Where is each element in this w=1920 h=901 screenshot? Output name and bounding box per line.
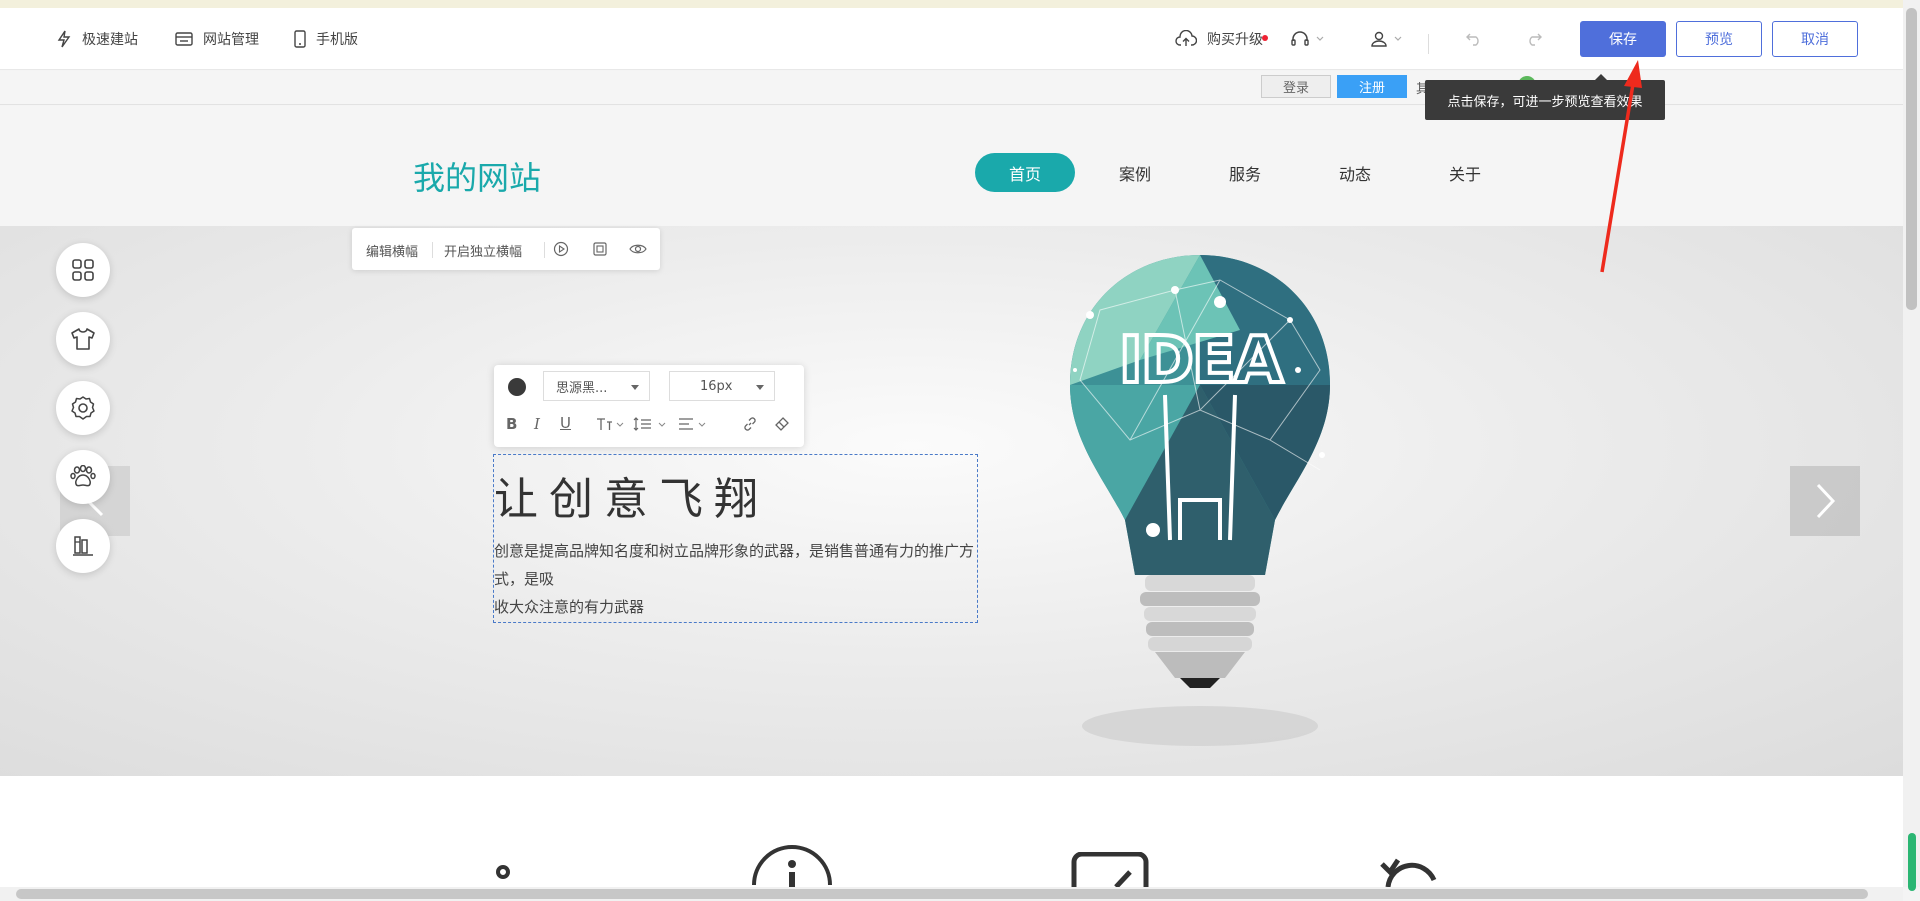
editable-text-box[interactable]: 让创意飞翔 创意是提高品牌知名度和树立品牌形象的武器，是销售普通有力的推广方式，… bbox=[493, 454, 978, 623]
edit-bar-divider bbox=[544, 242, 545, 258]
underline-icon[interactable]: U bbox=[560, 414, 571, 432]
banner-next-button[interactable] bbox=[1790, 466, 1860, 536]
edit-banner-button[interactable]: 编辑横幅 bbox=[366, 241, 418, 260]
link-icon[interactable] bbox=[742, 416, 758, 432]
site-manage-icon bbox=[175, 32, 193, 46]
redo-button[interactable] bbox=[1525, 28, 1553, 50]
account-dropdown[interactable] bbox=[1370, 28, 1412, 50]
hero-paragraph-line: 收大众注意的有力武器 bbox=[494, 598, 645, 616]
line-height-icon[interactable] bbox=[633, 417, 667, 431]
chevron-down-icon bbox=[1394, 36, 1402, 41]
independent-banner-button[interactable]: 开启独立横幅 bbox=[444, 241, 522, 260]
hero-heading[interactable]: 让创意飞翔 bbox=[494, 463, 769, 527]
site-logo[interactable]: 我的网站 bbox=[413, 153, 541, 199]
paw-icon bbox=[70, 465, 96, 487]
text-color-picker[interactable] bbox=[508, 378, 526, 396]
toolbar-divider bbox=[1428, 34, 1429, 54]
quick-build-label: 极速建站 bbox=[82, 32, 138, 48]
red-arrow-annotation bbox=[1600, 60, 1642, 273]
tshirt-icon bbox=[71, 328, 95, 350]
notification-dot bbox=[1262, 35, 1268, 41]
sidebar-theme-button[interactable] bbox=[56, 312, 110, 366]
caret-down-icon bbox=[631, 385, 639, 390]
preview-button[interactable]: 预览 bbox=[1676, 21, 1762, 57]
font-size-select[interactable]: 16px bbox=[669, 371, 775, 401]
svg-text:IDEA: IDEA bbox=[1119, 324, 1284, 398]
mobile-button[interactable]: 手机版 bbox=[294, 28, 358, 50]
letter-spacing-icon[interactable] bbox=[596, 417, 624, 431]
site-manage-label: 网站管理 bbox=[203, 32, 259, 48]
mobile-label: 手机版 bbox=[316, 32, 358, 48]
align-icon[interactable] bbox=[678, 417, 708, 431]
nav-item-about[interactable]: 关于 bbox=[1420, 153, 1510, 192]
nav-item-services[interactable]: 服务 bbox=[1200, 153, 1290, 192]
site-manage-button[interactable]: 网站管理 bbox=[175, 28, 259, 50]
register-button[interactable]: 注册 bbox=[1337, 75, 1407, 98]
hero-paragraph-line: 创意是提高品牌知名度和树立品牌形象的武器，是销售普通有力的推广方式，是吸 bbox=[494, 542, 975, 588]
features-section bbox=[0, 776, 1903, 887]
nav-item-news[interactable]: 动态 bbox=[1310, 153, 1400, 192]
save-button[interactable]: 保存 bbox=[1580, 21, 1666, 57]
caret-down-icon bbox=[756, 385, 764, 390]
horizontal-scroll-thumb[interactable] bbox=[16, 889, 1868, 899]
books-icon bbox=[73, 536, 93, 556]
image-icon[interactable] bbox=[592, 241, 608, 257]
quick-build-button[interactable]: 极速建站 bbox=[56, 28, 138, 50]
banner-edit-bar: 编辑横幅 开启独立横幅 bbox=[352, 228, 660, 270]
redo-icon bbox=[1529, 33, 1542, 46]
chevron-down-icon bbox=[1316, 36, 1324, 41]
upgrade-button[interactable]: 购买升级 bbox=[1175, 28, 1263, 50]
sidebar-library-button[interactable] bbox=[56, 519, 110, 573]
lightbulb-illustration: IDEA bbox=[1070, 255, 1330, 746]
text-format-toolbar: 思源黑... 16px B I U bbox=[494, 365, 804, 447]
chevron-right-icon bbox=[1816, 483, 1836, 519]
sidebar-modules-button[interactable] bbox=[56, 243, 110, 297]
font-family-value: 思源黑... bbox=[556, 380, 608, 396]
support-dropdown[interactable] bbox=[1290, 28, 1334, 50]
user-icon bbox=[1371, 31, 1387, 47]
nav-item-home[interactable]: 首页 bbox=[975, 153, 1075, 192]
refresh-icon bbox=[1380, 858, 1437, 887]
eye-icon[interactable] bbox=[629, 241, 647, 257]
play-icon[interactable] bbox=[553, 241, 569, 257]
sidebar-settings-button[interactable] bbox=[56, 381, 110, 435]
cancel-button[interactable]: 取消 bbox=[1772, 21, 1858, 57]
lightning-icon bbox=[57, 30, 71, 48]
headset-icon bbox=[1291, 31, 1309, 46]
cloud-upload-icon bbox=[1175, 30, 1197, 46]
undo-icon bbox=[1466, 33, 1479, 46]
person-icon bbox=[496, 865, 510, 879]
font-family-select[interactable]: 思源黑... bbox=[543, 371, 650, 401]
grid-icon bbox=[72, 259, 94, 281]
sidebar-paw-button[interactable] bbox=[56, 450, 110, 504]
eraser-icon[interactable] bbox=[774, 416, 790, 432]
top-strip bbox=[0, 0, 1920, 8]
undo-button[interactable] bbox=[1465, 28, 1493, 50]
mobile-icon bbox=[294, 30, 306, 48]
login-button[interactable]: 登录 bbox=[1261, 75, 1331, 98]
vertical-scroll-thumb[interactable] bbox=[1906, 8, 1917, 310]
font-size-value: 16px bbox=[700, 378, 733, 394]
side-green-tab[interactable] bbox=[1908, 833, 1916, 891]
edit-box-icon bbox=[1071, 852, 1149, 887]
nav-item-cases[interactable]: 案例 bbox=[1090, 153, 1180, 192]
gear-icon bbox=[71, 396, 95, 420]
upgrade-label: 购买升级 bbox=[1207, 32, 1263, 48]
info-icon bbox=[752, 845, 832, 887]
hero-paragraph[interactable]: 创意是提高品牌知名度和树立品牌形象的武器，是销售普通有力的推广方式，是吸 收大众… bbox=[494, 537, 979, 621]
italic-icon[interactable]: I bbox=[534, 415, 540, 433]
edit-bar-divider bbox=[432, 242, 433, 258]
bold-icon[interactable]: B bbox=[506, 415, 517, 433]
